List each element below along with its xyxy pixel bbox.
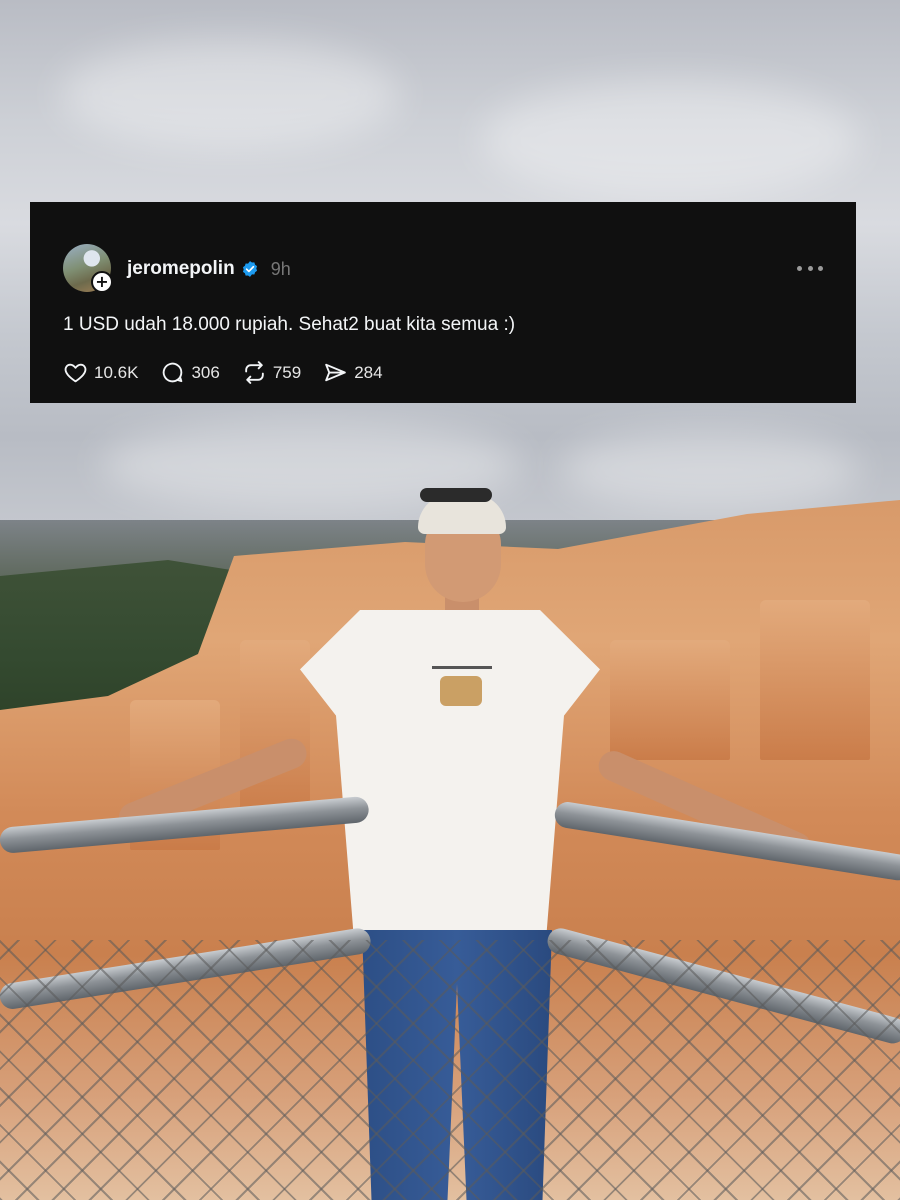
repost-count: 759 <box>272 362 302 382</box>
shirt-print-graphic <box>440 676 482 706</box>
plus-icon[interactable]: + <box>91 271 113 293</box>
white-tshirt <box>300 610 600 940</box>
more-options-icon[interactable] <box>797 258 823 278</box>
send-icon <box>323 360 348 385</box>
like-count: 10.6K <box>94 362 139 382</box>
post-timestamp: 9h <box>270 258 291 279</box>
reply-button[interactable]: 306 <box>160 360 220 385</box>
background-photo <box>0 0 900 1200</box>
repost-icon <box>242 360 267 385</box>
post-text: 1 USD udah 18.000 rupiah. Sehat2 buat ki… <box>63 314 516 335</box>
share-count: 284 <box>354 362 383 382</box>
shirt-print-text <box>432 666 492 669</box>
post-header: jeromepolin 9h <box>127 257 291 281</box>
repost-button[interactable]: 759 <box>242 360 301 385</box>
reply-count: 306 <box>191 362 220 382</box>
post-card: + jeromepolin 9h 1 USD udah 18.000 rupia… <box>30 202 856 403</box>
post-actions: 10.6K 306 759 284 <box>63 360 405 385</box>
comment-bubble-icon <box>160 360 185 385</box>
heart-icon <box>63 360 88 385</box>
chain-link-fence <box>0 940 900 1200</box>
sunglasses <box>420 488 492 502</box>
like-button[interactable]: 10.6K <box>63 360 138 385</box>
verified-badge-icon <box>241 260 259 278</box>
username[interactable]: jeromepolin <box>127 258 235 280</box>
share-button[interactable]: 284 <box>323 360 383 385</box>
